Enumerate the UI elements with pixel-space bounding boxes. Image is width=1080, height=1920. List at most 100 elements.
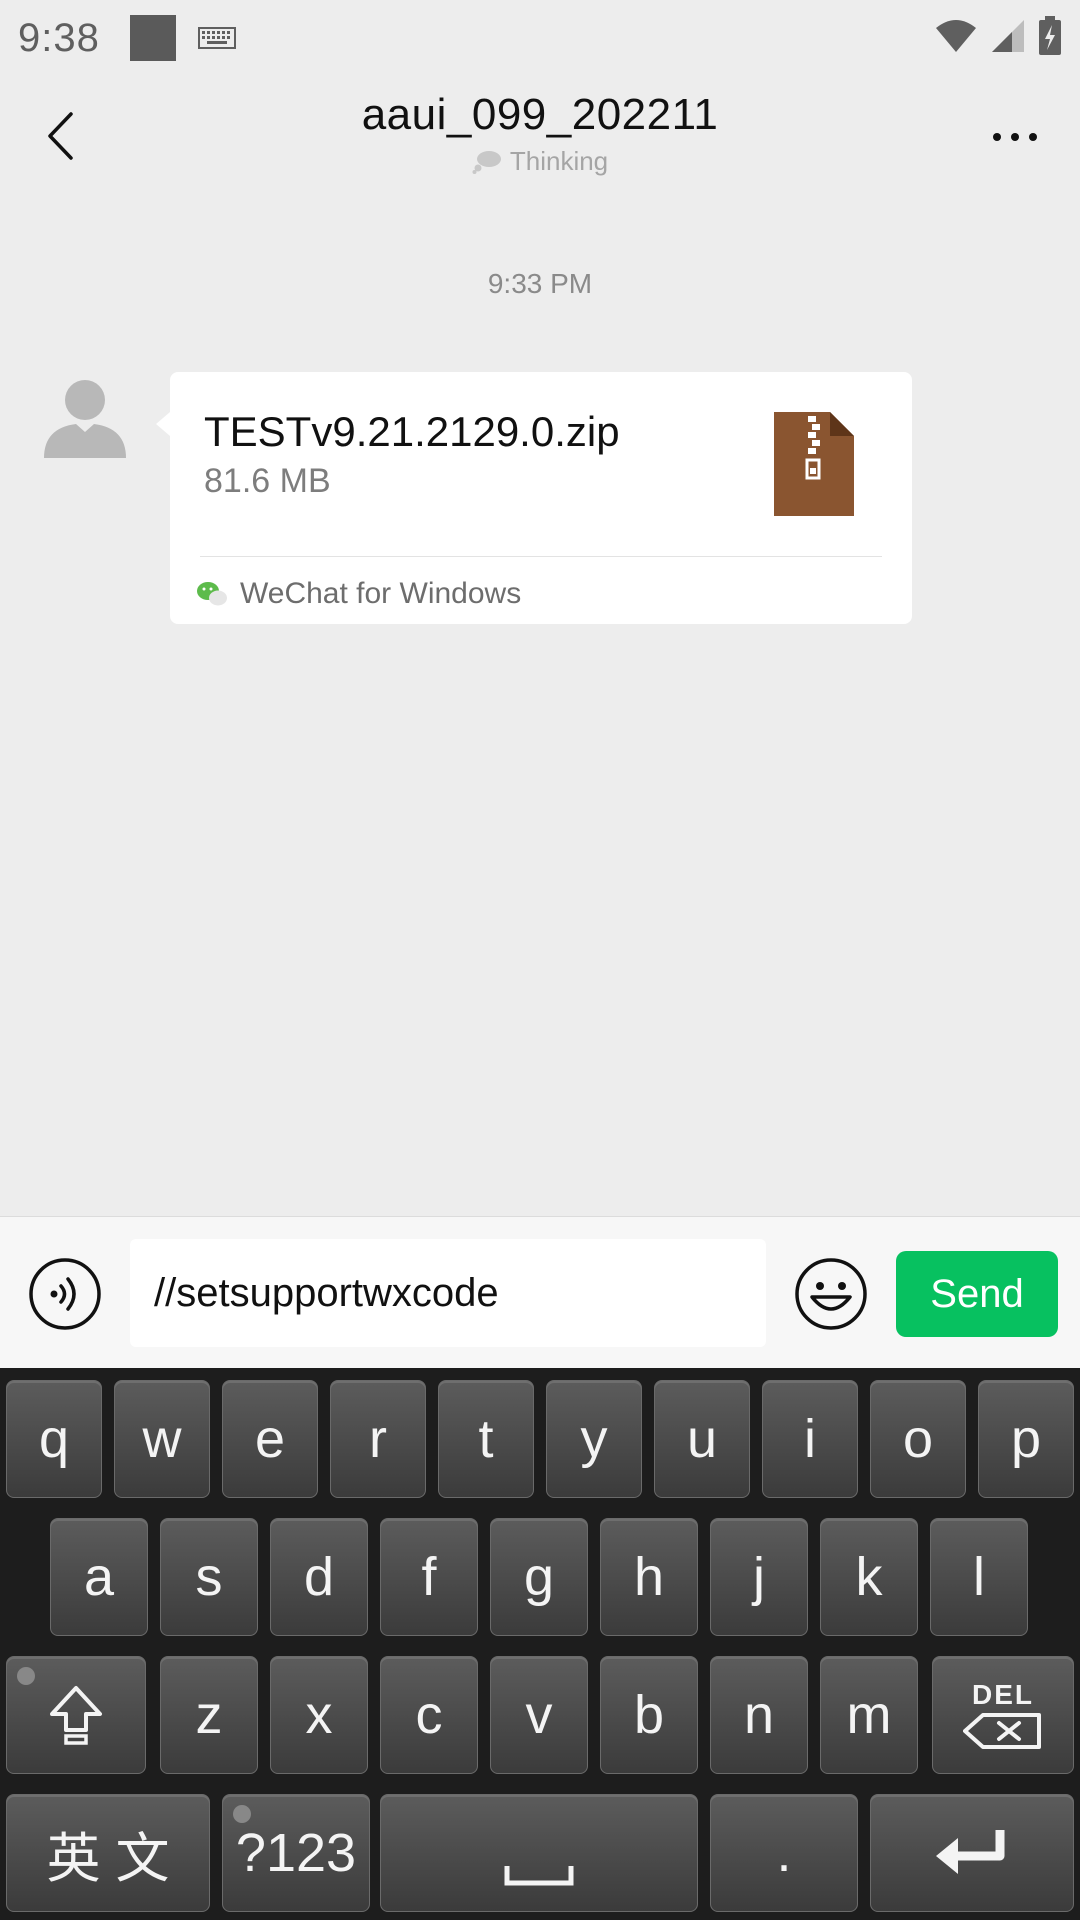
- key-h-label: h: [633, 1547, 665, 1607]
- key-s[interactable]: s: [160, 1518, 258, 1636]
- key-a[interactable]: a: [50, 1518, 148, 1636]
- key-t-label: t: [478, 1409, 494, 1469]
- message-source: WeChat for Windows: [196, 572, 521, 616]
- key-i-label: i: [804, 1409, 816, 1469]
- key-k[interactable]: k: [820, 1518, 918, 1636]
- send-button[interactable]: Send: [896, 1251, 1058, 1337]
- key-n[interactable]: n: [710, 1656, 808, 1774]
- key-w[interactable]: w: [114, 1380, 210, 1498]
- chat-title-block: aaui_099_202211 Thinking: [200, 90, 880, 177]
- key-e-label: e: [254, 1409, 286, 1469]
- wechat-logo-icon: [197, 582, 227, 606]
- message-input[interactable]: [130, 1239, 766, 1347]
- key-o[interactable]: o: [870, 1380, 966, 1498]
- chat-input-bar: Send: [0, 1216, 1080, 1368]
- status-bar: 9:38: [0, 0, 1080, 76]
- key-i[interactable]: i: [762, 1380, 858, 1498]
- avatar[interactable]: [40, 372, 130, 462]
- key-h[interactable]: h: [600, 1518, 698, 1636]
- key-a-label: a: [83, 1547, 115, 1607]
- key-j[interactable]: j: [710, 1518, 808, 1636]
- key-q[interactable]: q: [6, 1380, 102, 1498]
- key-j-label: j: [753, 1547, 765, 1607]
- key-v-label: v: [525, 1685, 553, 1745]
- key-f-label: f: [421, 1547, 437, 1607]
- key-n-label: n: [743, 1685, 775, 1745]
- key-l-label: l: [973, 1547, 985, 1607]
- more-dot-icon: [1029, 133, 1037, 141]
- key-c-label: c: [415, 1685, 443, 1745]
- key-b-label: b: [633, 1685, 665, 1745]
- key-p[interactable]: p: [978, 1380, 1074, 1498]
- key-v[interactable]: v: [490, 1656, 588, 1774]
- more-options-button[interactable]: [980, 112, 1050, 162]
- key-k-label: k: [855, 1547, 883, 1607]
- key-t[interactable]: t: [438, 1380, 534, 1498]
- symbols-key-label: ?123: [235, 1823, 357, 1883]
- delete-key-label: DEL: [972, 1679, 1034, 1710]
- message-timestamp: 9:33 PM: [487, 268, 593, 299]
- file-message-bubble[interactable]: TESTv9.21.2129.0.zip 81.6 MB WeChat for …: [156, 372, 912, 624]
- smiley-icon: [795, 1258, 867, 1330]
- zip-file-icon: [774, 412, 854, 516]
- wifi-icon: [934, 18, 978, 59]
- voice-input-button[interactable]: [28, 1257, 102, 1331]
- period-key[interactable]: .: [710, 1794, 858, 1912]
- key-y-label: y: [580, 1409, 608, 1469]
- key-m-label: m: [846, 1685, 892, 1745]
- enter-key[interactable]: [870, 1794, 1074, 1912]
- key-g[interactable]: g: [490, 1518, 588, 1636]
- language-switch-key-label: 英 文: [46, 1828, 170, 1889]
- key-e[interactable]: e: [222, 1380, 318, 1498]
- key-y[interactable]: y: [546, 1380, 642, 1498]
- enter-arrow-icon: [936, 1830, 1005, 1874]
- chat-header: aaui_099_202211 Thinking: [0, 76, 1080, 196]
- shift-key[interactable]: [6, 1656, 146, 1774]
- message-source-label: WeChat for Windows: [240, 577, 522, 610]
- signal-icon: [990, 18, 1026, 59]
- key-f[interactable]: f: [380, 1518, 478, 1636]
- key-x[interactable]: x: [270, 1656, 368, 1774]
- key-long-press-dot: [17, 1667, 35, 1685]
- key-s-label: s: [195, 1547, 223, 1607]
- language-switch-key[interactable]: 英 文: [6, 1794, 210, 1912]
- backspace-icon: [963, 1713, 1041, 1749]
- symbols-key[interactable]: ?123: [222, 1794, 370, 1912]
- space-key[interactable]: [380, 1794, 698, 1912]
- key-u[interactable]: u: [654, 1380, 750, 1498]
- default-avatar-icon: [44, 380, 126, 458]
- voice-icon: [29, 1258, 101, 1330]
- notification-icon: [129, 15, 176, 61]
- shift-arrow-icon: [50, 1686, 102, 1745]
- period-key-label: .: [776, 1823, 792, 1883]
- key-l[interactable]: l: [930, 1518, 1028, 1636]
- key-b[interactable]: b: [600, 1656, 698, 1774]
- battery-icon: [1038, 15, 1062, 61]
- key-g-label: g: [523, 1547, 555, 1607]
- key-r[interactable]: r: [330, 1380, 426, 1498]
- more-dot-icon: [993, 133, 1001, 141]
- emoji-button[interactable]: [794, 1257, 868, 1331]
- chat-title: aaui_099_202211: [361, 90, 719, 139]
- key-r-label: r: [369, 1409, 387, 1469]
- key-p-label: p: [1010, 1409, 1042, 1469]
- key-z[interactable]: z: [160, 1656, 258, 1774]
- key-c[interactable]: c: [380, 1656, 478, 1774]
- spacebar-icon: [504, 1866, 574, 1886]
- chevron-left-icon: [48, 112, 73, 160]
- delete-key[interactable]: DEL: [932, 1656, 1074, 1774]
- key-long-press-dot: [233, 1805, 251, 1823]
- keyboard-notification-icon: [197, 27, 236, 49]
- file-name: TESTv9.21.2129.0.zip: [204, 408, 620, 455]
- thought-bubble-icon: [472, 150, 501, 174]
- key-z-label: z: [195, 1685, 223, 1745]
- soft-keyboard: q w e r t y u i o p a s d f g h j k l z x c v b n m DEL 英 文 ?123.: [0, 1368, 1080, 1920]
- key-m[interactable]: m: [820, 1656, 918, 1774]
- back-button[interactable]: [30, 106, 90, 166]
- more-dot-icon: [1011, 133, 1019, 141]
- file-size: 81.6 MB: [204, 462, 331, 500]
- key-w-label: w: [142, 1409, 182, 1469]
- bubble-divider: [200, 556, 882, 557]
- key-d[interactable]: d: [270, 1518, 368, 1636]
- key-o-label: o: [902, 1409, 934, 1469]
